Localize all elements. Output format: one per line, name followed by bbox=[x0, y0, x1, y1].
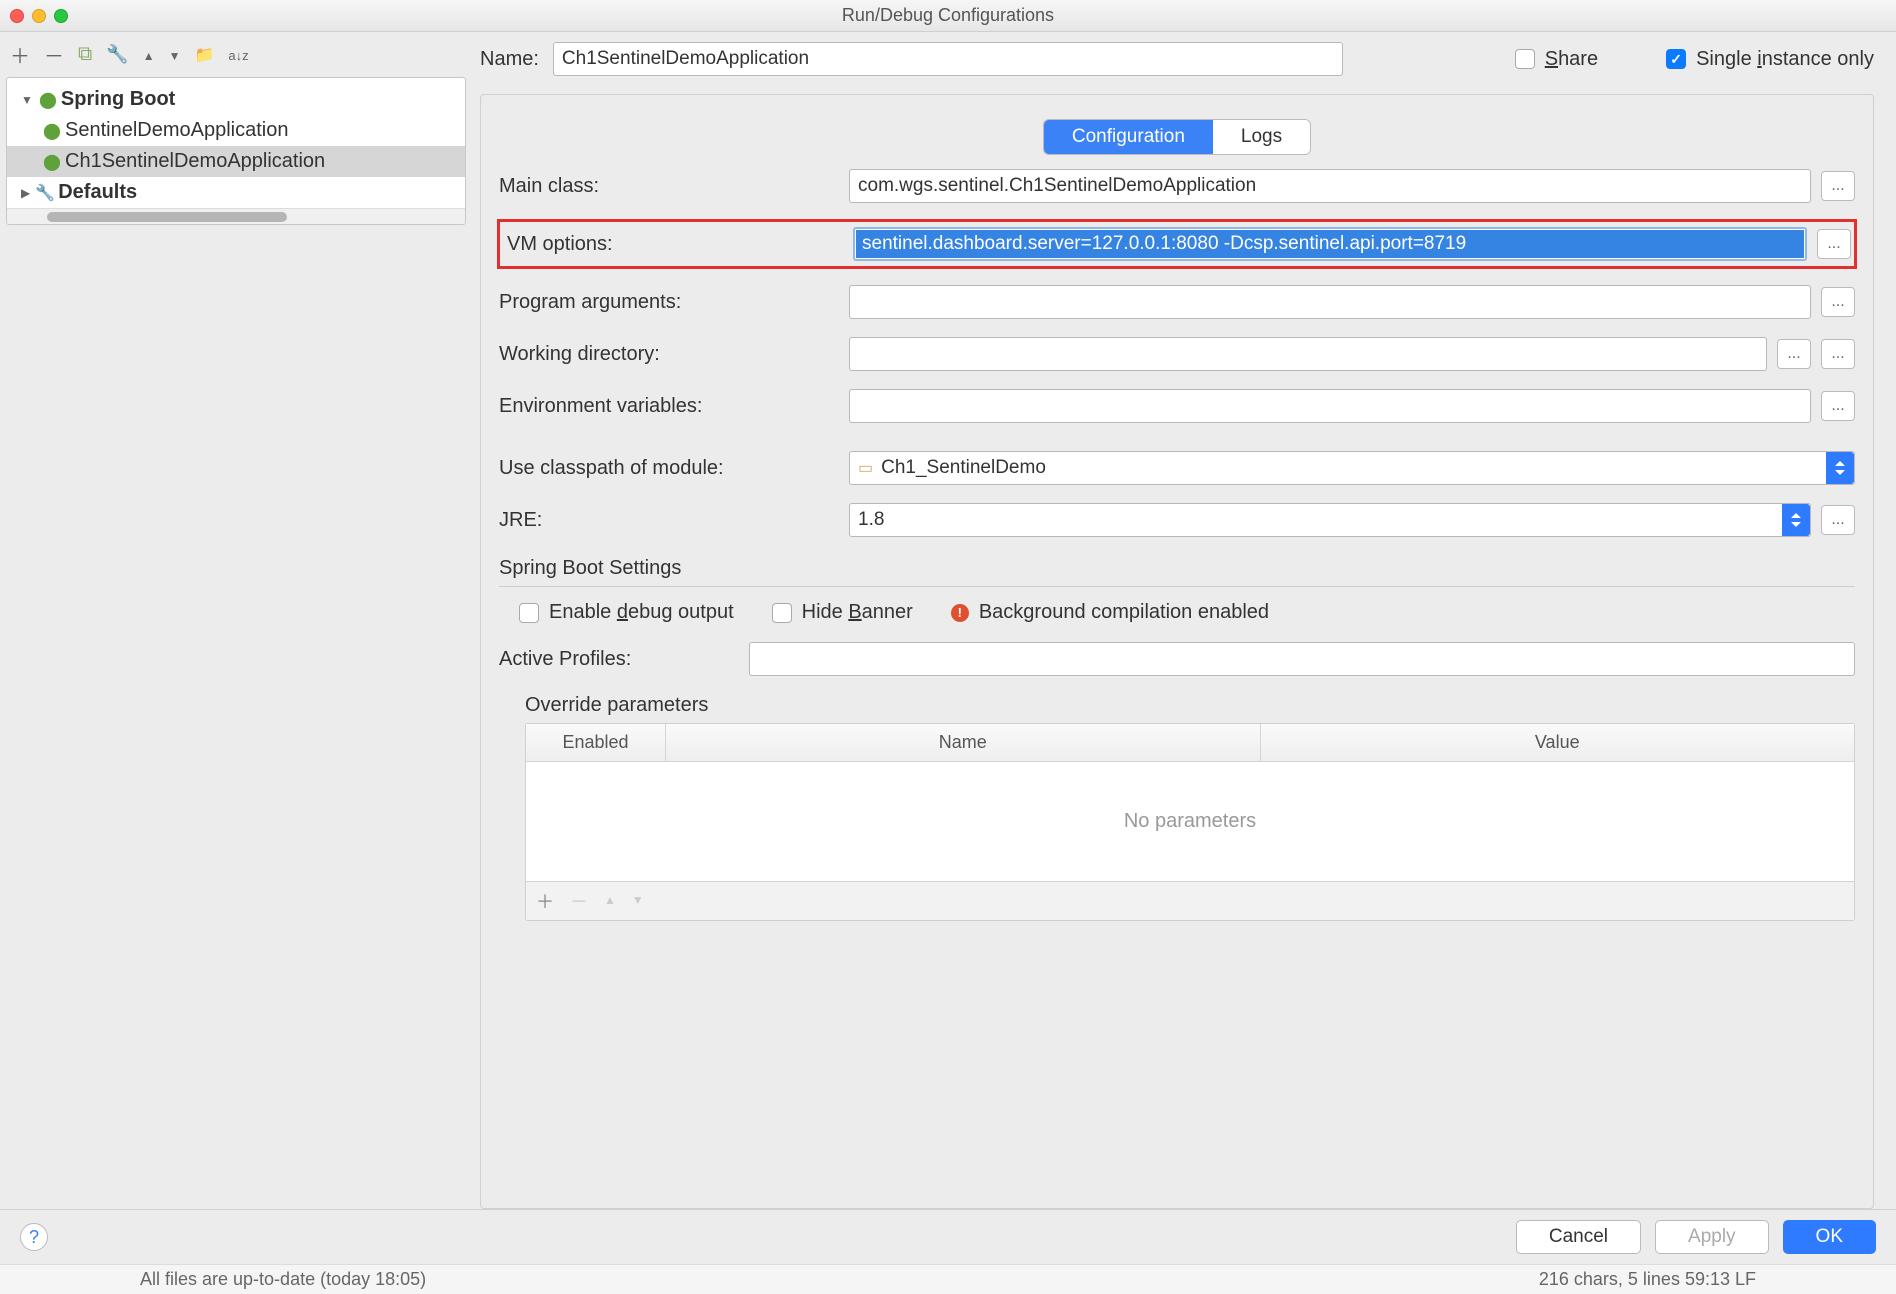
status-right: 216 chars, 5 lines 59:13 LF bbox=[1539, 1269, 1756, 1290]
apply-button[interactable]: Apply bbox=[1655, 1220, 1769, 1254]
param-remove-button[interactable] bbox=[570, 888, 588, 914]
jre-browse-button[interactable]: ... bbox=[1821, 505, 1855, 535]
hide-banner-label: Hide Banner bbox=[802, 601, 913, 624]
tree-group-defaults[interactable]: ▶ 🔧 Defaults bbox=[7, 177, 465, 208]
vm-options-expand-button[interactable]: ... bbox=[1817, 229, 1851, 259]
window-titlebar: Run/Debug Configurations bbox=[0, 0, 1896, 32]
working-dir-input[interactable] bbox=[849, 337, 1767, 371]
ok-button[interactable]: OK bbox=[1783, 1220, 1876, 1254]
edit-defaults-button[interactable] bbox=[106, 43, 128, 66]
status-left: All files are up-to-date (today 18:05) bbox=[140, 1269, 426, 1290]
folder-button[interactable] bbox=[194, 43, 214, 66]
single-instance-label: Single instance only bbox=[1696, 48, 1874, 71]
dropdown-icon bbox=[1782, 504, 1810, 536]
override-params-table: Enabled Name Value No parameters bbox=[525, 723, 1855, 921]
warning-icon: ! bbox=[951, 604, 969, 622]
name-input[interactable] bbox=[553, 42, 1343, 76]
main-class-browse-button[interactable]: ... bbox=[1821, 171, 1855, 201]
jre-select[interactable]: 1.8 bbox=[849, 503, 1811, 537]
share-label: SSharehare bbox=[1545, 48, 1598, 71]
main-class-input[interactable] bbox=[849, 169, 1811, 203]
add-config-button[interactable] bbox=[10, 40, 30, 69]
remove-config-button[interactable] bbox=[44, 40, 64, 69]
tab-logs[interactable]: Logs bbox=[1213, 120, 1310, 154]
single-instance-checkbox[interactable] bbox=[1666, 49, 1686, 69]
bg-compile-label: Background compilation enabled bbox=[979, 601, 1269, 624]
working-dir-label: Working directory: bbox=[499, 343, 839, 366]
share-checkbox[interactable] bbox=[1515, 49, 1535, 69]
sort-button[interactable] bbox=[228, 43, 248, 66]
tree-group-label: Defaults bbox=[58, 181, 137, 204]
vm-options-label: VM options: bbox=[503, 233, 843, 256]
help-button[interactable]: ? bbox=[20, 1223, 48, 1251]
working-dir-browse-button[interactable]: ... bbox=[1777, 339, 1811, 369]
col-enabled: Enabled bbox=[526, 724, 666, 761]
vm-options-input[interactable]: sentinel.dashboard.server=127.0.0.1:8080… bbox=[853, 227, 1807, 261]
dropdown-icon bbox=[1826, 452, 1854, 484]
working-dir-macro-button[interactable]: ... bbox=[1821, 339, 1855, 369]
status-bar: All files are up-to-date (today 18:05) 2… bbox=[0, 1264, 1896, 1294]
tree-item-sentineldemo[interactable]: ⬤ SentinelDemoApplication bbox=[7, 115, 465, 146]
config-tree[interactable]: ▼ ⬤ Spring Boot ⬤ SentinelDemoApplicatio… bbox=[7, 78, 465, 208]
config-toolbar bbox=[0, 32, 470, 73]
main-class-label: Main class: bbox=[499, 175, 839, 198]
enable-debug-label: Enable debug output bbox=[549, 601, 734, 624]
tab-configuration[interactable]: Configuration bbox=[1044, 120, 1213, 154]
classpath-label: Use classpath of module: bbox=[499, 457, 839, 480]
hide-banner-checkbox[interactable] bbox=[772, 603, 792, 623]
tab-segment: Configuration Logs bbox=[1043, 119, 1311, 155]
cancel-button[interactable]: Cancel bbox=[1516, 1220, 1641, 1254]
expand-icon: ▼ bbox=[21, 93, 33, 107]
program-args-input[interactable] bbox=[849, 285, 1811, 319]
env-vars-input[interactable] bbox=[849, 389, 1811, 423]
program-args-label: Program arguments: bbox=[499, 291, 839, 314]
copy-config-button[interactable] bbox=[78, 43, 92, 66]
window-title: Run/Debug Configurations bbox=[0, 5, 1896, 26]
tree-item-label: Ch1SentinelDemoApplication bbox=[65, 150, 325, 173]
module-icon: ▭ bbox=[858, 458, 873, 478]
tree-group-label: Spring Boot bbox=[61, 88, 175, 111]
no-parameters-label: No parameters bbox=[526, 762, 1854, 882]
spring-boot-icon: ⬤ bbox=[43, 122, 61, 140]
tree-item-ch1sentineldemo[interactable]: ⬤ Ch1SentinelDemoApplication bbox=[7, 146, 465, 177]
param-down-button[interactable] bbox=[632, 888, 644, 914]
param-add-button[interactable] bbox=[536, 888, 554, 914]
move-down-button[interactable] bbox=[169, 43, 181, 66]
program-args-expand-button[interactable]: ... bbox=[1821, 287, 1855, 317]
env-vars-label: Environment variables: bbox=[499, 395, 839, 418]
col-value: Value bbox=[1261, 724, 1855, 761]
jre-value: 1.8 bbox=[858, 509, 884, 531]
enable-debug-checkbox[interactable] bbox=[519, 603, 539, 623]
col-name: Name bbox=[666, 724, 1261, 761]
name-label: Name: bbox=[480, 48, 539, 71]
spring-boot-icon: ⬤ bbox=[43, 153, 61, 171]
tree-group-springboot[interactable]: ▼ ⬤ Spring Boot bbox=[7, 84, 465, 115]
jre-label: JRE: bbox=[499, 509, 839, 532]
spring-boot-icon: ⬤ bbox=[39, 91, 57, 109]
spring-boot-settings-label: Spring Boot Settings bbox=[499, 557, 1855, 580]
classpath-select[interactable]: ▭ Ch1_SentinelDemo bbox=[849, 451, 1855, 485]
tree-item-label: SentinelDemoApplication bbox=[65, 119, 288, 142]
active-profiles-input[interactable] bbox=[749, 642, 1855, 676]
classpath-value: Ch1_SentinelDemo bbox=[881, 457, 1046, 479]
expand-icon: ▶ bbox=[21, 186, 30, 200]
active-profiles-label: Active Profiles: bbox=[499, 648, 739, 671]
tree-scrollbar[interactable] bbox=[7, 208, 465, 224]
param-up-button[interactable] bbox=[604, 888, 616, 914]
wrench-icon: 🔧 bbox=[36, 184, 54, 202]
override-params-label: Override parameters bbox=[525, 694, 1855, 717]
move-up-button[interactable] bbox=[143, 43, 155, 66]
env-vars-browse-button[interactable]: ... bbox=[1821, 391, 1855, 421]
